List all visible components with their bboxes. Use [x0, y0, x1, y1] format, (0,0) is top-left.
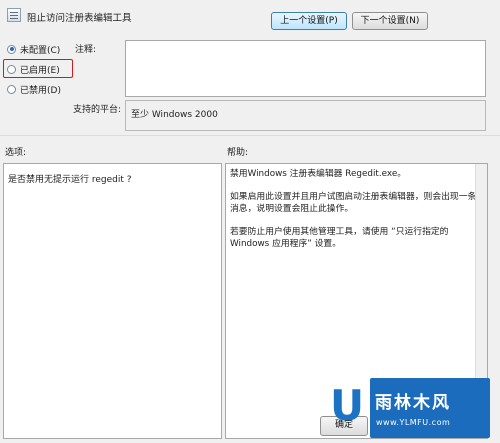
divider — [0, 135, 500, 136]
notes-label: 注释: — [75, 45, 97, 55]
highlight-annotation — [3, 59, 73, 78]
radio-button[interactable] — [7, 84, 16, 94]
options-text: 是否禁用无提示运行 regedit ? — [8, 175, 132, 185]
options-panel — [3, 163, 222, 439]
watermark-letter: U — [330, 381, 365, 430]
policy-icon — [7, 8, 21, 22]
previous-setting-button[interactable]: 上一个设置(P) — [271, 12, 347, 30]
watermark-title: 雨林木风 — [375, 393, 451, 413]
radio-disabled[interactable]: 已禁用(D) — [7, 82, 61, 96]
platform-label: 支持的平台: — [73, 105, 122, 115]
radio-not-configured[interactable]: 未配置(C) — [7, 42, 60, 56]
watermark-url: www.YLMFU.com — [376, 418, 451, 427]
radio-label: 已禁用(D) — [20, 85, 61, 96]
help-paragraph: 禁用Windows 注册表编辑器 Regedit.exe。 — [230, 169, 407, 179]
help-paragraph: 如果启用此设置并且用户试图启动注册表编辑器，则会出现一条消息，说明设置会阻止此操… — [230, 192, 477, 214]
help-text: 禁用Windows 注册表编辑器 Regedit.exe。 如果启用此设置并且用… — [230, 168, 480, 261]
next-setting-button[interactable]: 下一个设置(N) — [352, 12, 428, 30]
options-label: 选项: — [5, 148, 27, 158]
platform-value: 至少 Windows 2000 — [131, 110, 218, 120]
help-paragraph: 若要防止用户使用其他管理工具，请使用 “只运行指定的 Windows 应用程序”… — [230, 227, 449, 249]
help-label: 帮助: — [227, 148, 249, 158]
radio-button[interactable] — [7, 44, 16, 54]
window-title: 阻止访问注册表编辑工具 — [27, 13, 132, 24]
notes-textarea[interactable] — [125, 40, 486, 97]
radio-label: 未配置(C) — [20, 45, 61, 56]
